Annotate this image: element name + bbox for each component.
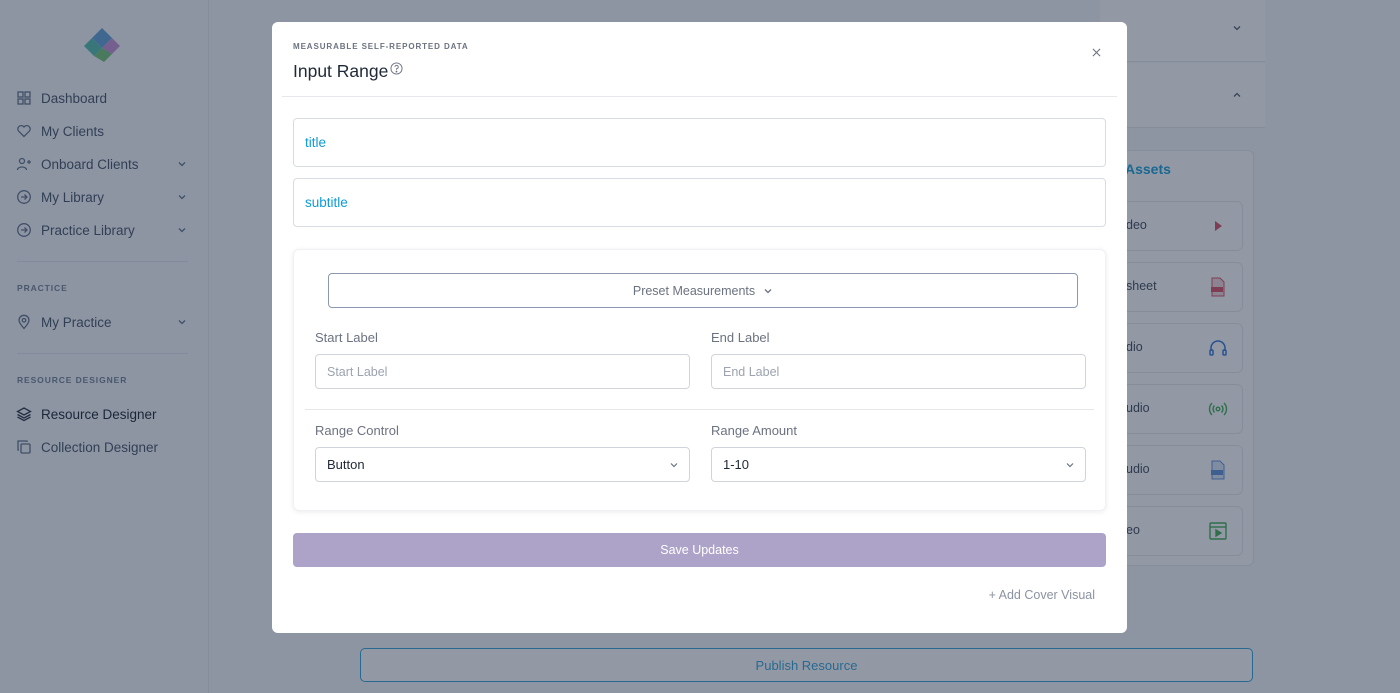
range-control-value: Button [327, 457, 365, 472]
modal-eyebrow: MEASURABLE SELF-REPORTED DATA [293, 42, 469, 51]
title-input[interactable] [293, 118, 1106, 167]
range-amount-heading: Range Amount [711, 423, 798, 438]
end-label-input[interactable] [711, 354, 1086, 389]
modal-title: Input Range [293, 61, 389, 81]
help-icon[interactable] [390, 62, 403, 75]
close-button[interactable] [1089, 45, 1103, 59]
preset-measurements-button[interactable]: Preset Measurements [328, 273, 1078, 308]
preset-measurements-label: Preset Measurements [632, 283, 756, 298]
add-cover-visual-link[interactable]: + Add Cover Visual [989, 588, 1095, 602]
chevron-down-icon [1066, 463, 1074, 468]
start-label-input[interactable] [315, 354, 690, 389]
start-label-heading: Start Label [315, 330, 378, 345]
end-label-heading: End Label [711, 330, 770, 345]
save-updates-button[interactable]: Save Updates [293, 533, 1106, 567]
input-range-modal: MEASURABLE SELF-REPORTED DATA Input Rang… [272, 22, 1127, 633]
range-amount-select[interactable]: 1-10 [711, 447, 1086, 482]
card-divider [305, 409, 1094, 410]
chevron-down-icon [670, 463, 678, 468]
range-settings-card: Preset Measurements Start Label End Labe… [293, 249, 1106, 511]
subtitle-input[interactable] [293, 178, 1106, 227]
chevron-down-icon [764, 288, 772, 293]
modal-divider [282, 96, 1117, 97]
close-icon [1092, 48, 1100, 56]
range-amount-value: 1-10 [723, 457, 750, 472]
range-control-heading: Range Control [315, 423, 399, 438]
range-control-select[interactable]: Button [315, 447, 690, 482]
